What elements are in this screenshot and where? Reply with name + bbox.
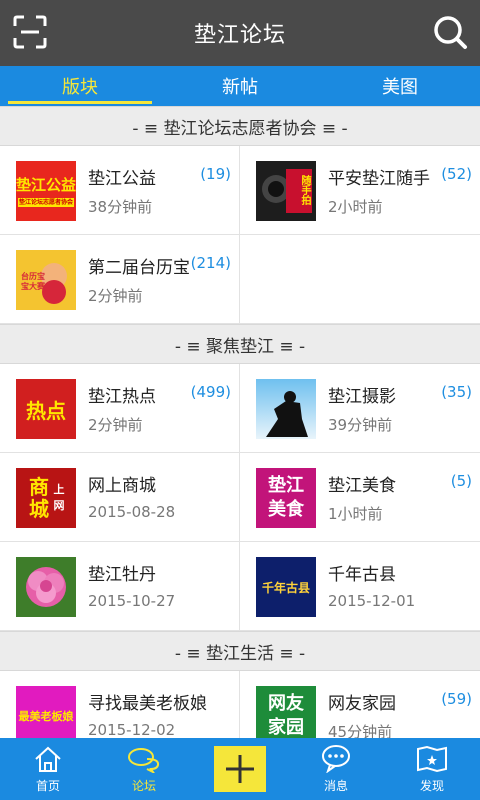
forum-thumbnail: 垫江美食 — [256, 468, 316, 528]
nav-messages[interactable]: 消息 — [288, 738, 384, 800]
nav-post[interactable] — [192, 738, 288, 800]
forum-thumbnail: 最美老板娘 — [16, 686, 76, 738]
nav-discover-label: 发现 — [419, 779, 444, 793]
forum-thumbnail: 商城 上网 — [16, 468, 76, 528]
last-update: 2分钟前 — [88, 416, 143, 434]
nav-discover[interactable]: 发现 — [384, 738, 480, 800]
home-icon — [35, 746, 61, 772]
last-update: 2015-12-01 — [328, 592, 416, 610]
post-count: (59) — [441, 690, 472, 708]
forum-item-netizen[interactable]: 网友家园 网友家园 (59) 45分钟前 — [240, 671, 480, 738]
tab-gallery[interactable]: 美图 — [320, 66, 480, 106]
forum-name: 网友家园 — [328, 694, 396, 714]
forum-name: 第二届台历宝 — [88, 258, 190, 278]
last-update: 2015-12-02 — [88, 721, 176, 738]
scan-icon[interactable] — [12, 14, 48, 50]
forum-item-pingan[interactable]: 随手拍 平安垫江随手 (52) 2小时前 — [240, 146, 480, 235]
empty-cell — [240, 235, 480, 324]
forum-name: 寻找最美老板娘 — [88, 694, 207, 714]
post-count: (5) — [450, 472, 472, 490]
nav-home-label: 首页 — [35, 779, 60, 793]
last-update: 45分钟前 — [328, 723, 393, 738]
forum-name: 网上商城 — [88, 476, 156, 496]
forum-item-peony[interactable]: 垫江牡丹 2015-10-27 — [0, 542, 240, 631]
nav-home[interactable]: 首页 — [0, 738, 96, 800]
section-header: - ≡ 垫江生活 ≡ - — [0, 631, 480, 671]
post-count: (19) — [200, 165, 231, 183]
map-icon — [417, 745, 447, 773]
forum-thumbnail: 热点 — [16, 379, 76, 439]
tab-bar: 版块 新帖 美图 — [0, 66, 480, 106]
forum-thumbnail — [256, 379, 316, 439]
tab-new-posts[interactable]: 新帖 — [160, 66, 320, 106]
forum-thumbnail: 台历宝宝大赛 — [16, 250, 76, 310]
last-update: 39分钟前 — [328, 416, 393, 434]
forum-item-hotspot[interactable]: 热点 垫江热点 (499) 2分钟前 — [0, 364, 240, 453]
forum-item-food[interactable]: 垫江美食 垫江美食 (5) 1小时前 — [240, 453, 480, 542]
forum-list[interactable]: - ≡ 垫江论坛志愿者协会 ≡ - 垫江公益 垫江论坛志愿者协会 垫江公益 (1… — [0, 106, 480, 738]
message-icon — [322, 745, 350, 773]
last-update: 2015-08-28 — [88, 503, 176, 521]
forum-thumbnail: 网友家园 — [256, 686, 316, 738]
new-post-button[interactable] — [214, 746, 266, 792]
last-update: 2小时前 — [328, 198, 383, 216]
last-update: 2分钟前 — [88, 287, 143, 305]
last-update: 1小时前 — [328, 505, 383, 523]
section-header: - ≡ 垫江论坛志愿者协会 ≡ - — [0, 106, 480, 146]
forum-name: 垫江摄影 — [328, 387, 396, 407]
section-header: - ≡ 聚焦垫江 ≡ - — [0, 324, 480, 364]
last-update: 2015-10-27 — [88, 592, 176, 610]
forum-name: 平安垫江随手 — [328, 169, 430, 189]
forum-item-gongyi[interactable]: 垫江公益 垫江论坛志愿者协会 垫江公益 (19) 38分钟前 — [0, 146, 240, 235]
nav-messages-label: 消息 — [323, 779, 348, 793]
forum-thumbnail: 垫江公益 垫江论坛志愿者协会 — [16, 161, 76, 221]
last-update: 38分钟前 — [88, 198, 153, 216]
chat-bubbles-icon — [128, 748, 160, 773]
post-count: (499) — [190, 383, 231, 401]
forum-name: 垫江公益 — [88, 169, 156, 189]
plus-icon — [226, 755, 254, 783]
forum-thumbnail — [16, 557, 76, 617]
forum-item-boss-lady[interactable]: 最美老板娘 寻找最美老板娘 2015-12-02 — [0, 671, 240, 738]
bottom-nav: 首页 论坛 消息 发现 — [0, 738, 480, 800]
forum-name: 垫江牡丹 — [88, 565, 156, 585]
tab-sections[interactable]: 版块 — [0, 66, 160, 106]
forum-thumbnail: 千年古县 — [256, 557, 316, 617]
post-count: (214) — [190, 254, 231, 272]
nav-forum[interactable]: 论坛 — [96, 738, 192, 800]
nav-forum-label: 论坛 — [131, 779, 156, 793]
forum-thumbnail: 随手拍 — [256, 161, 316, 221]
forum-item-ancient[interactable]: 千年古县 千年古县 2015-12-01 — [240, 542, 480, 631]
forum-item-mall[interactable]: 商城 上网 网上商城 2015-08-28 — [0, 453, 240, 542]
post-count: (35) — [441, 383, 472, 401]
forum-name: 千年古县 — [328, 565, 396, 585]
forum-item-taili[interactable]: 台历宝宝大赛 第二届台历宝 (214) 2分钟前 — [0, 235, 240, 324]
forum-name: 垫江美食 — [328, 476, 396, 496]
forum-item-photography[interactable]: 垫江摄影 (35) 39分钟前 — [240, 364, 480, 453]
post-count: (52) — [441, 165, 472, 183]
page-title: 垫江论坛 — [193, 23, 286, 48]
forum-name: 垫江热点 — [88, 387, 156, 407]
search-icon[interactable] — [432, 14, 468, 50]
title-bar: 垫江论坛 — [0, 0, 480, 66]
